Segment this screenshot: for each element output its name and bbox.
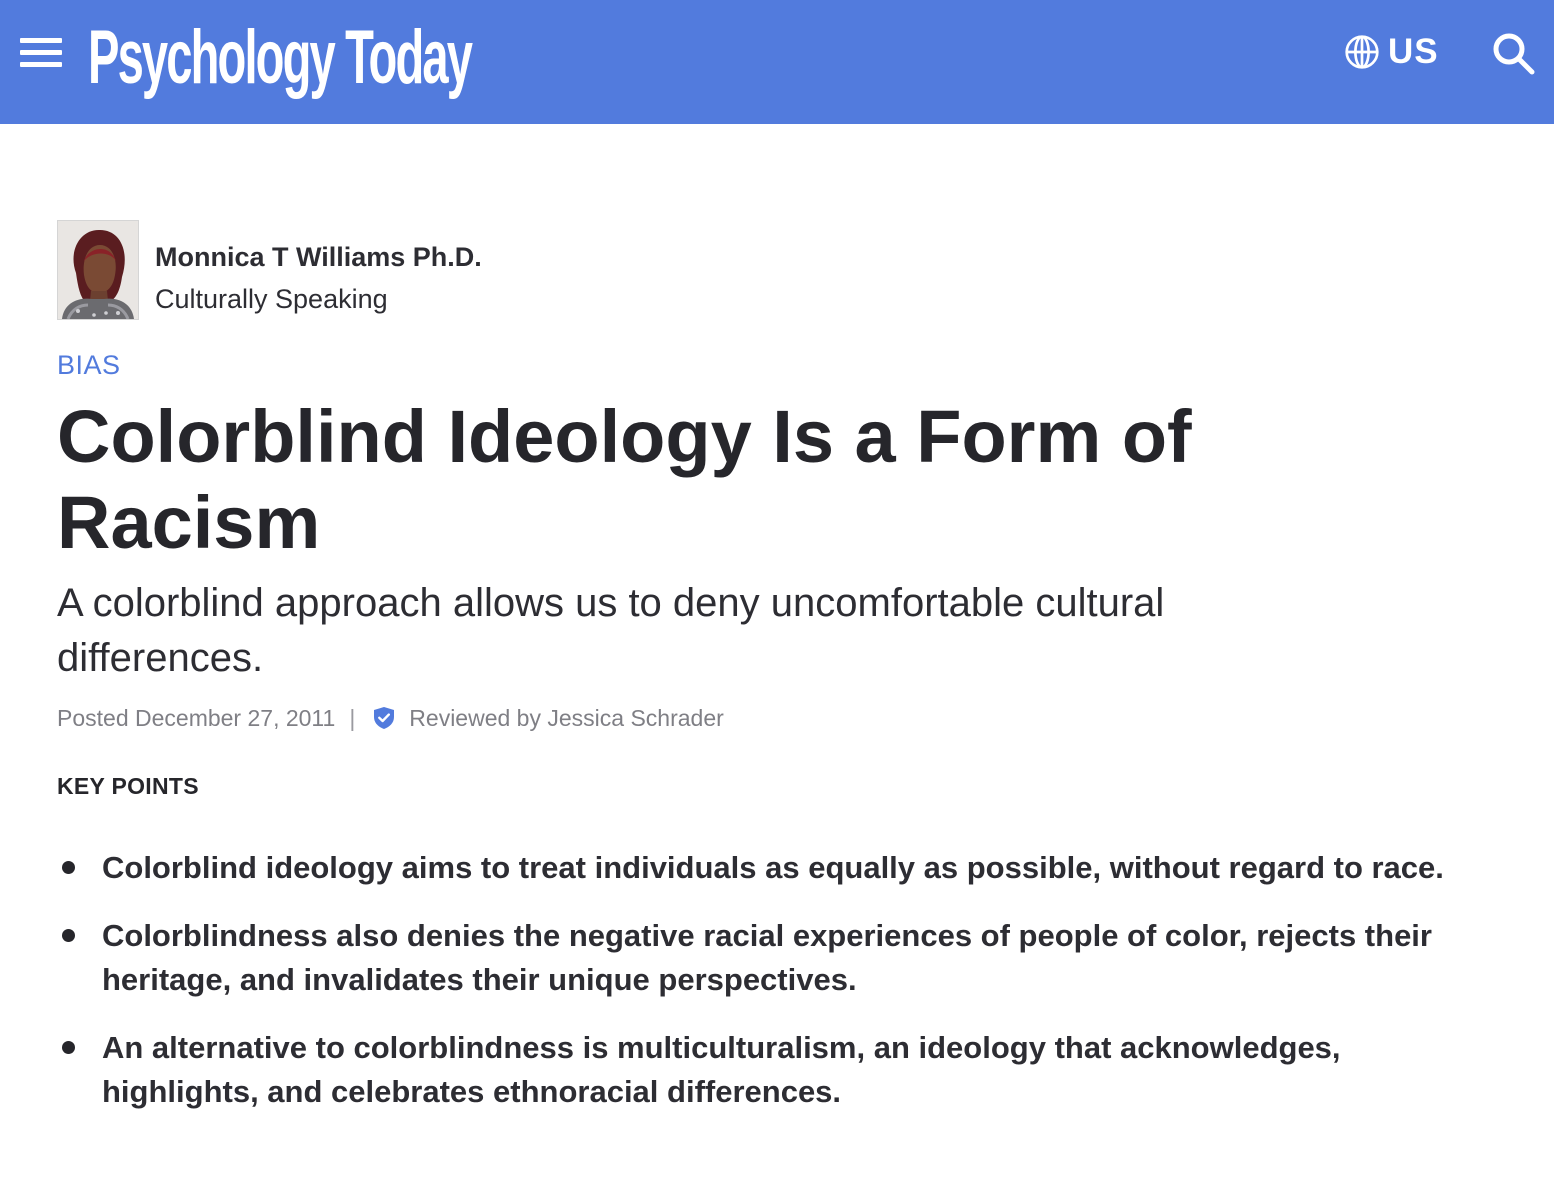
key-point-item: An alternative to colorblindness is mult… bbox=[57, 1026, 1447, 1114]
key-point-item: Colorblindness also denies the negative … bbox=[57, 914, 1447, 1002]
article-meta: Posted December 27, 2011 | Reviewed by J… bbox=[57, 703, 724, 733]
bullet-icon bbox=[62, 1041, 75, 1054]
key-point-item: Colorblind ideology aims to treat indivi… bbox=[57, 846, 1447, 890]
article-subtitle: A colorblind approach allows us to deny … bbox=[57, 581, 1165, 680]
globe-icon bbox=[1345, 35, 1379, 69]
region-label: US bbox=[1388, 32, 1439, 71]
posted-date: Posted December 27, 2011 bbox=[57, 704, 336, 731]
site-header: Psychology Today US bbox=[0, 0, 1554, 124]
key-point-text: An alternative to colorblindness is mult… bbox=[102, 1030, 1341, 1109]
key-points-heading: KEY POINTS bbox=[57, 773, 199, 799]
author-photo bbox=[58, 221, 138, 319]
bullet-icon bbox=[62, 929, 75, 942]
region-selector[interactable]: US bbox=[1344, 30, 1439, 74]
key-points-list: Colorblind ideology aims to treat indivi… bbox=[57, 846, 1447, 1138]
key-point-text: Colorblind ideology aims to treat indivi… bbox=[102, 850, 1444, 885]
meta-separator: | bbox=[349, 704, 356, 731]
author-avatar[interactable] bbox=[57, 220, 139, 320]
key-point-text: Colorblindness also denies the negative … bbox=[102, 918, 1432, 997]
bullet-icon bbox=[62, 861, 75, 874]
search-button[interactable] bbox=[1490, 30, 1538, 78]
author-name[interactable]: Monnica T Williams Ph.D. bbox=[155, 242, 482, 273]
blog-name[interactable]: Culturally Speaking bbox=[155, 284, 388, 315]
hamburger-menu-icon[interactable] bbox=[20, 36, 62, 68]
category-link[interactable]: BIAS bbox=[57, 350, 121, 381]
verified-shield-icon bbox=[374, 707, 395, 729]
site-logo[interactable]: Psychology Today bbox=[88, 8, 473, 108]
search-icon bbox=[1493, 33, 1535, 75]
article-title: Colorblind Ideology Is a Form of Racism bbox=[57, 395, 1192, 564]
reviewer-link[interactable]: Reviewed by Jessica Schrader bbox=[409, 705, 723, 732]
